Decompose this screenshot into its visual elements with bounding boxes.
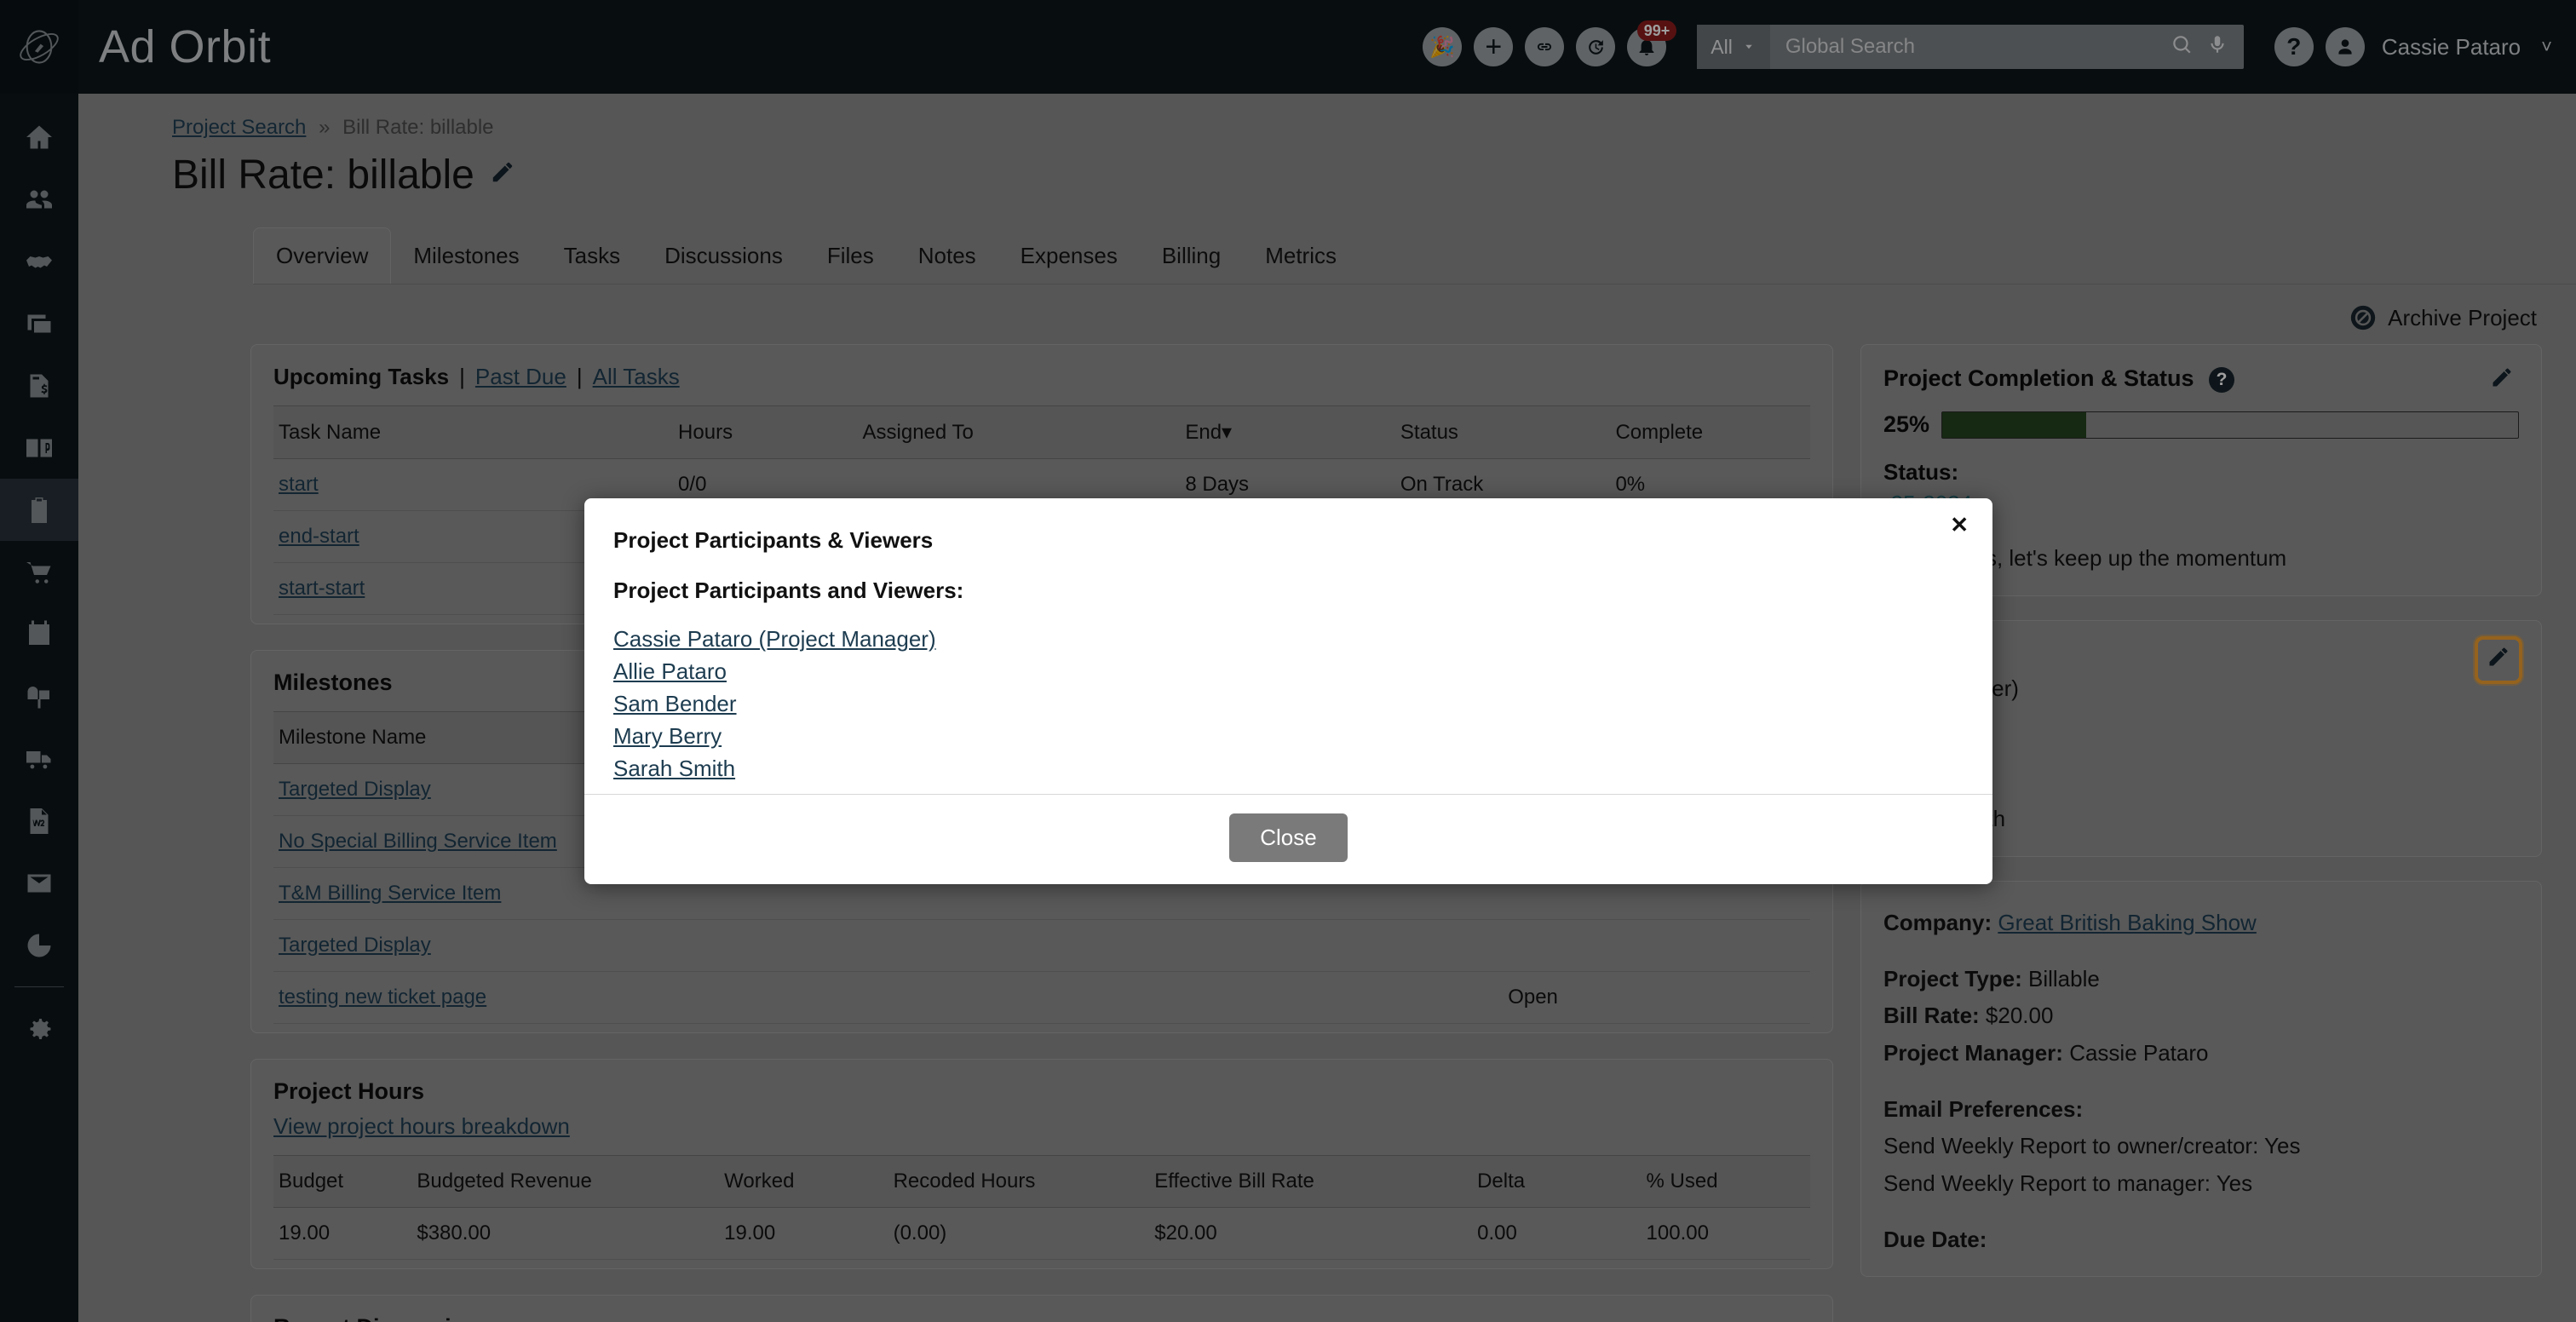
participant-link[interactable]: Mary Berry [613,723,722,750]
app-root: Ad Orbit 🎉 + 99+ All Global Search ? Cas… [0,0,2576,1322]
project-participants-modal: ✕ Project Participants & Viewers Project… [584,498,1992,884]
close-x-icon[interactable]: ✕ [1950,514,1969,536]
modal-people-list: Cassie Pataro (Project Manager) Allie Pa… [584,604,1992,782]
participant-link[interactable]: Cassie Pataro (Project Manager) [613,626,936,652]
participant-link[interactable]: Sam Bender [613,691,737,717]
participant-link[interactable]: Sarah Smith [613,756,735,782]
modal-footer: Close [584,794,1992,884]
modal-title: Project Participants & Viewers [613,527,934,553]
close-button[interactable]: Close [1229,813,1348,862]
participant-link[interactable]: Allie Pataro [613,658,727,685]
modal-subtitle: Project Participants and Viewers: [613,578,964,603]
